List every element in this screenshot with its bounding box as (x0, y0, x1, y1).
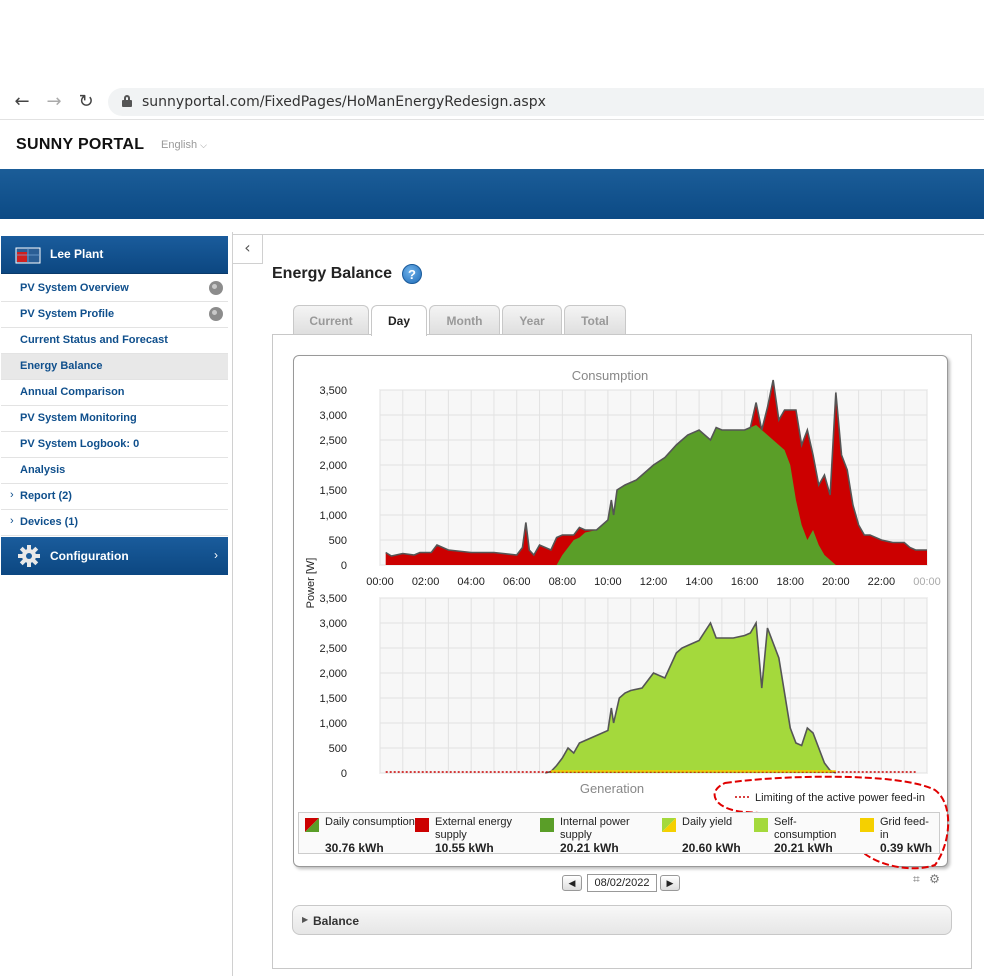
legend-value: 0.39 kWh (880, 841, 933, 855)
legend-swatch (860, 818, 874, 832)
x-tick-label: 10:00 (594, 576, 622, 588)
x-tick-label: 20:00 (822, 576, 850, 588)
legend-label: Internal power supply (560, 816, 630, 841)
table-icon[interactable]: ⌗ (913, 872, 920, 886)
date-input[interactable]: 08/02/2022 (587, 874, 657, 892)
y-tick-label: 1,500 (319, 485, 347, 497)
legend-value: 30.76 kWh (325, 841, 384, 855)
x-tick-label: 18:00 (776, 576, 804, 588)
y-tick-label: 3,500 (319, 593, 347, 605)
y-tick-label: 0 (341, 560, 347, 572)
y-tick-label: 3,000 (319, 618, 347, 630)
y-tick-label: 2,000 (319, 668, 347, 680)
chart-tools: ⌗ ⚙ (913, 872, 953, 892)
legend-swatch (540, 818, 554, 832)
tab-day[interactable]: Day (371, 305, 427, 336)
legend-label: Self-consumption (774, 816, 837, 841)
balance-label: Balance (313, 914, 360, 928)
legend-swatch (754, 818, 768, 832)
legend-swatch (305, 818, 319, 832)
x-tick-label: 14:00 (685, 576, 713, 588)
chart-title-consumption: Consumption (572, 368, 649, 383)
y-tick-label: 500 (329, 535, 347, 547)
balance-section[interactable]: ▶ Balance (292, 905, 952, 935)
chart-title-generation: Generation (580, 781, 644, 796)
y-tick-label: 500 (329, 743, 347, 755)
y-tick-label: 1,000 (319, 510, 347, 522)
legend-value: 20.60 kWh (682, 841, 741, 855)
legend-label: External energy supply (435, 816, 513, 841)
y-axis-label: Power [W] (305, 558, 317, 609)
y-tick-label: 0 (341, 768, 347, 780)
annotation-label: Limiting of the active power feed-in (755, 792, 925, 804)
legend-label: Daily consumption (325, 816, 415, 828)
chart-legend: Daily consumption 30.76 kWh External ene… (298, 812, 940, 855)
x-tick-label: 00:00 (913, 576, 941, 588)
settings-icon[interactable]: ⚙ (929, 872, 940, 886)
x-tick-label: 00:00 (366, 576, 394, 588)
x-tick-label: 02:00 (412, 576, 440, 588)
y-tick-label: 3,000 (319, 410, 347, 422)
x-tick-label: 12:00 (640, 576, 668, 588)
previous-day-button[interactable]: ◀ (562, 875, 582, 891)
x-tick-label: 16:00 (731, 576, 759, 588)
legend-swatch (662, 818, 676, 832)
legend-label: Grid feed-in (880, 816, 929, 841)
x-tick-label: 06:00 (503, 576, 531, 588)
legend-value: 20.21 kWh (774, 841, 833, 855)
expand-triangle-icon: ▶ (302, 915, 309, 924)
legend-value: 10.55 kWh (435, 841, 494, 855)
y-tick-label: 1,500 (319, 693, 347, 705)
x-tick-label: 08:00 (549, 576, 577, 588)
legend-swatch (415, 818, 429, 832)
y-tick-label: 2,500 (319, 435, 347, 447)
y-tick-label: 3,500 (319, 385, 347, 397)
next-day-button[interactable]: ▶ (660, 875, 680, 891)
x-tick-label: 22:00 (868, 576, 896, 588)
y-tick-label: 1,000 (319, 718, 347, 730)
y-tick-label: 2,000 (319, 460, 347, 472)
x-tick-label: 04:00 (457, 576, 485, 588)
y-tick-label: 2,500 (319, 643, 347, 655)
legend-value: 20.21 kWh (560, 841, 619, 855)
